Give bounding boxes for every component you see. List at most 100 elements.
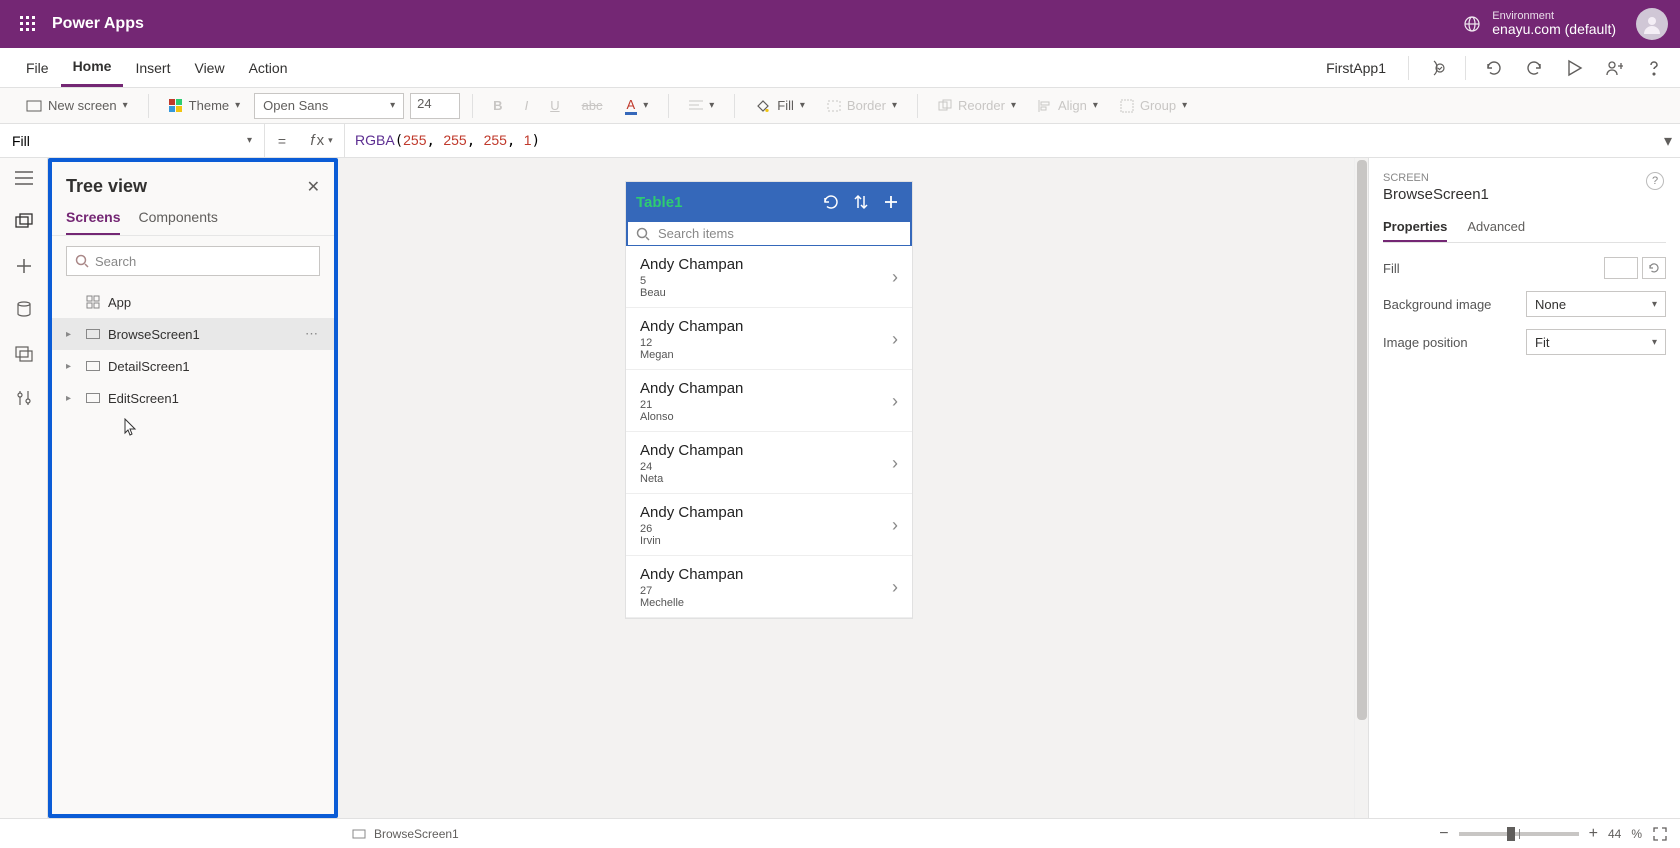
help-icon[interactable] (1642, 56, 1666, 80)
property-select[interactable]: Fill ▾ (0, 124, 265, 158)
menu-action[interactable]: Action (237, 49, 300, 87)
fill-color-button[interactable]: Fill▾ (747, 91, 813, 121)
align-button[interactable]: Align▾ (1030, 91, 1106, 121)
strikethrough-button[interactable]: abc (574, 91, 611, 121)
prop-imgpos-label: Image position (1383, 335, 1468, 350)
fill-swatch[interactable] (1604, 257, 1638, 279)
new-screen-button[interactable]: New screen ▾ (18, 91, 136, 121)
menu-insert[interactable]: Insert (123, 49, 182, 87)
chevron-right-icon[interactable]: ▸ (66, 393, 78, 404)
chevron-right-icon: › (892, 391, 898, 412)
theme-label: Theme (189, 98, 229, 113)
play-icon[interactable] (1562, 56, 1586, 80)
refresh-icon[interactable] (820, 191, 842, 213)
bgimage-select[interactable]: None▾ (1526, 291, 1666, 317)
app-checker-icon[interactable] (1425, 56, 1449, 80)
add-icon[interactable] (880, 191, 902, 213)
list-item[interactable]: Andy Champan26Irvin› (626, 494, 912, 556)
canvas-scrollbar[interactable] (1354, 158, 1368, 818)
formula-expand-icon[interactable]: ▾ (1656, 131, 1680, 151)
hamburger-icon[interactable] (12, 166, 36, 190)
menu-home[interactable]: Home (61, 49, 124, 87)
chevron-right-icon: › (892, 267, 898, 288)
close-icon[interactable]: ✕ (307, 177, 320, 197)
sort-icon[interactable] (850, 191, 872, 213)
underline-button[interactable]: U (542, 91, 567, 121)
ribbon: New screen ▾ Theme ▾ Open Sans ▾ 24 B I … (0, 88, 1680, 124)
prop-category: SCREEN (1383, 172, 1666, 184)
environment-label: Environment (1492, 10, 1616, 22)
list-item[interactable]: Andy Champan24Neta› (626, 432, 912, 494)
info-icon[interactable]: ? (1646, 172, 1664, 190)
list-item[interactable]: Andy Champan12Megan› (626, 308, 912, 370)
fit-to-screen-icon[interactable] (1652, 826, 1668, 842)
app-header: Power Apps Environment enayu.com (defaul… (0, 0, 1680, 48)
undo-icon[interactable] (1482, 56, 1506, 80)
zoom-in-button[interactable]: + (1589, 825, 1598, 843)
chevron-down-icon: ▾ (247, 135, 252, 146)
record-number: 27 (640, 585, 892, 597)
font-color-button[interactable]: A▾ (617, 91, 657, 121)
data-icon[interactable] (12, 298, 36, 322)
environment-icon (1462, 14, 1482, 34)
tree-app-row[interactable]: App (52, 286, 334, 318)
chevron-right-icon[interactable]: ▸ (66, 361, 78, 372)
document-name: FirstApp1 (1326, 60, 1386, 76)
border-button[interactable]: Border▾ (819, 91, 905, 121)
list-item[interactable]: Andy Champan21Alonso› (626, 370, 912, 432)
group-button[interactable]: Group▾ (1112, 91, 1195, 121)
property-value: Fill (12, 133, 30, 149)
zoom-slider[interactable] (1459, 832, 1579, 836)
fx-button[interactable]: fx▾ (299, 124, 345, 157)
screen-icon (86, 393, 100, 403)
preview-search-input[interactable]: Search items (626, 222, 912, 246)
waffle-icon[interactable] (12, 8, 44, 40)
tree-item[interactable]: ▸EditScreen1 (52, 382, 334, 414)
tree-tab-components[interactable]: Components (138, 203, 217, 235)
align-text-button[interactable]: ▾ (681, 91, 722, 121)
status-breadcrumb: BrowseScreen1 (374, 827, 459, 841)
fill-swatch-reset[interactable] (1642, 257, 1666, 279)
record-name: Andy Champan (640, 504, 892, 521)
chevron-right-icon[interactable]: ▸ (66, 329, 78, 340)
formula-input[interactable]: RGBA(255, 255, 255, 1) (345, 132, 1656, 149)
tree-search-input[interactable]: Search (66, 246, 320, 276)
insert-icon[interactable] (12, 254, 36, 278)
environment-picker[interactable]: Environment enayu.com (default) (1462, 10, 1616, 37)
zoom-out-button[interactable]: − (1439, 825, 1448, 843)
tree-item[interactable]: ▸BrowseScreen1⋯ (52, 318, 334, 350)
tree-tab-screens[interactable]: Screens (66, 203, 120, 235)
record-number: 26 (640, 523, 892, 535)
record-sub: Beau (640, 287, 892, 299)
media-icon[interactable] (12, 342, 36, 366)
list-item[interactable]: Andy Champan27Mechelle› (626, 556, 912, 618)
more-icon[interactable]: ⋯ (305, 326, 320, 342)
theme-button[interactable]: Theme ▾ (161, 91, 249, 121)
list-item[interactable]: Andy Champan5Beau› (626, 246, 912, 308)
canvas[interactable]: Table1 Search items Andy Champan5Beau›An… (338, 158, 1368, 818)
menu-view[interactable]: View (182, 49, 236, 87)
font-size-input[interactable]: 24 (410, 93, 460, 119)
tree-view-title: Tree view (66, 176, 147, 197)
new-screen-label: New screen (48, 98, 117, 113)
user-avatar[interactable] (1636, 8, 1668, 40)
chevron-down-icon: ▾ (123, 100, 128, 111)
tree-view-icon[interactable] (12, 210, 36, 234)
chevron-right-icon: › (892, 577, 898, 598)
bold-button[interactable]: B (485, 91, 510, 121)
reorder-button[interactable]: Reorder▾ (930, 91, 1024, 121)
record-sub: Alonso (640, 411, 892, 423)
italic-button[interactable]: I (517, 91, 537, 121)
record-name: Andy Champan (640, 566, 892, 583)
menu-file[interactable]: File (14, 49, 61, 87)
prop-tab-advanced[interactable]: Advanced (1467, 213, 1525, 242)
prop-tab-properties[interactable]: Properties (1383, 213, 1447, 242)
redo-icon[interactable] (1522, 56, 1546, 80)
advanced-tools-icon[interactable] (12, 386, 36, 410)
prop-screen-name: BrowseScreen1 (1383, 186, 1666, 203)
share-icon[interactable] (1602, 56, 1626, 80)
tree-item[interactable]: ▸DetailScreen1 (52, 350, 334, 382)
prop-bgimage-label: Background image (1383, 297, 1491, 312)
imgpos-select[interactable]: Fit▾ (1526, 329, 1666, 355)
font-select[interactable]: Open Sans ▾ (254, 93, 404, 119)
